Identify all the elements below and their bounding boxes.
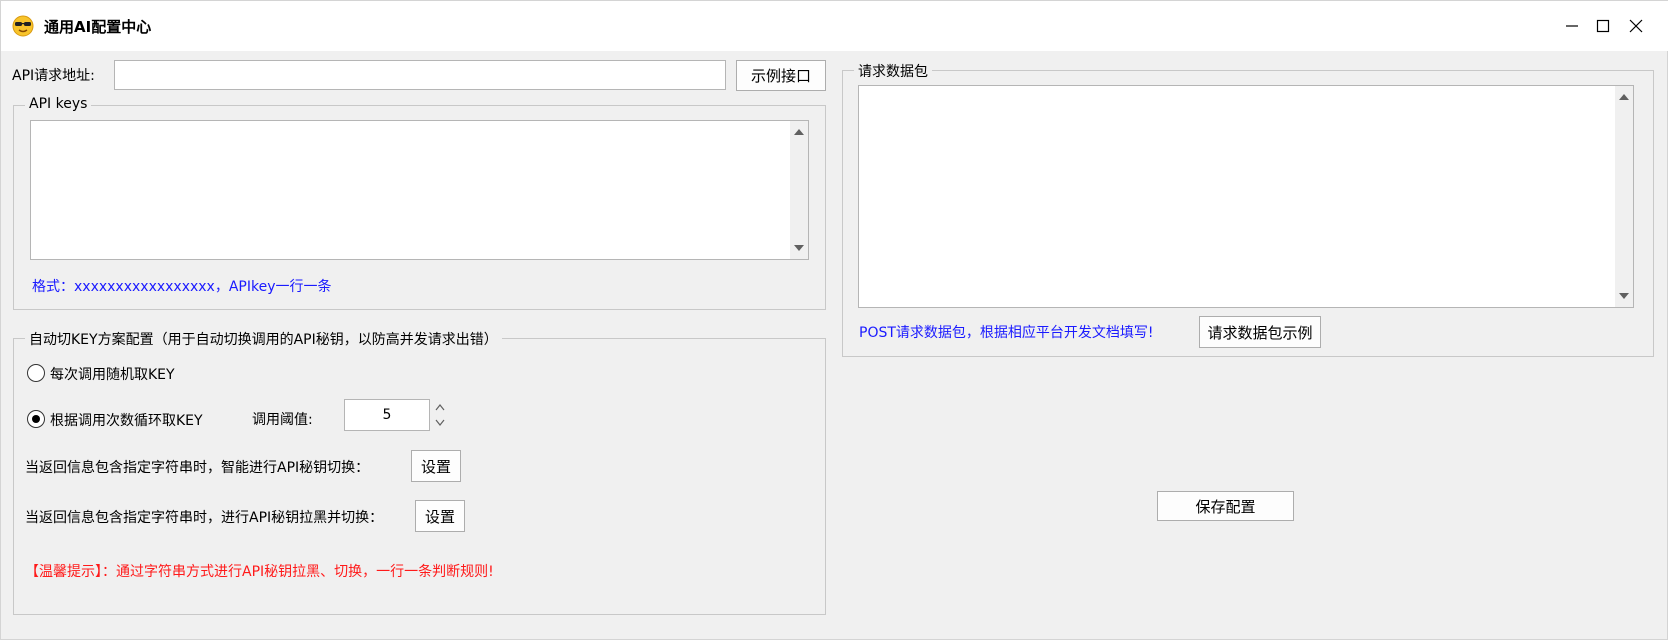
blacklist-switch-label: 当返回信息包含指定字符串时，进行API秘钥拉黑并切换： [25, 510, 384, 526]
api-keys-group: API keys 格式：xxxxxxxxxxxxxxxxx，APIkey一行一条 [13, 96, 826, 310]
window-title: 通用AI配置中心 [44, 18, 152, 36]
minimize-icon [1566, 25, 1578, 27]
request-body-hint: POST请求数据包，根据相应平台开发文档填写! [859, 325, 1154, 341]
api-url-label: API请求地址: [12, 68, 95, 84]
api-url-input[interactable] [114, 60, 726, 90]
threshold-input[interactable]: 5 [344, 399, 430, 431]
sunglasses-emoji-icon [12, 15, 34, 37]
maximize-button[interactable] [1588, 11, 1618, 41]
title-bar: 通用AI配置中心 [1, 1, 1668, 51]
auto-switch-group: 自动切KEY方案配置（用于自动切换调用的API秘钥，以防高并发请求出错） 每次调… [13, 329, 826, 615]
request-body-example-button[interactable]: 请求数据包示例 [1199, 316, 1321, 348]
scroll-down-arrow-icon[interactable] [790, 237, 808, 259]
auto-switch-legend: 自动切KEY方案配置（用于自动切换调用的API秘钥，以防高并发请求出错） [25, 329, 502, 349]
random-key-label[interactable]: 每次调用随机取KEY [50, 364, 175, 384]
smart-switch-settings-button[interactable]: 设置 [411, 450, 461, 482]
request-body-group: 请求数据包 POST请求数据包，根据相应平台开发文档填写! 请求数据包示例 [842, 61, 1654, 357]
api-keys-scrollbar[interactable] [790, 121, 808, 259]
scroll-up-arrow-icon[interactable] [790, 121, 808, 143]
save-config-button[interactable]: 保存配置 [1157, 491, 1294, 521]
scroll-down-arrow-icon[interactable] [1615, 285, 1633, 307]
api-keys-legend: API keys [25, 96, 92, 112]
stepper-down-icon [435, 419, 445, 426]
api-keys-format-hint: 格式：xxxxxxxxxxxxxxxxx，APIkey一行一条 [32, 279, 332, 295]
api-keys-textarea[interactable] [30, 120, 809, 260]
request-body-scrollbar[interactable] [1615, 86, 1633, 307]
maximize-icon [1596, 19, 1610, 33]
random-key-radio[interactable] [27, 364, 45, 382]
round-robin-key-radio[interactable] [27, 410, 45, 428]
minimize-button[interactable] [1557, 11, 1587, 41]
threshold-value: 5 [382, 407, 392, 423]
round-robin-key-label[interactable]: 根据调用次数循环取KEY [50, 410, 203, 430]
warm-tip-text: 【温馨提示】：通过字符串方式进行API秘钥拉黑、切换，一行一条判断规则! [25, 564, 494, 580]
request-body-textarea[interactable] [858, 85, 1634, 308]
example-api-button[interactable]: 示例接口 [736, 60, 826, 91]
blacklist-settings-button[interactable]: 设置 [415, 500, 465, 532]
smart-switch-label: 当返回信息包含指定字符串时，智能进行API秘钥切换： [25, 460, 370, 476]
stepper-up-icon [435, 404, 445, 411]
close-button[interactable] [1621, 11, 1651, 41]
threshold-label: 调用阈值: [252, 412, 313, 428]
request-body-legend: 请求数据包 [854, 61, 932, 81]
close-icon [1629, 19, 1643, 33]
app-window: 通用AI配置中心 API请求地址: 示例接口 API keys 格式：xxxxx… [0, 0, 1668, 640]
threshold-stepper[interactable] [432, 399, 448, 431]
scroll-up-arrow-icon[interactable] [1615, 86, 1633, 108]
